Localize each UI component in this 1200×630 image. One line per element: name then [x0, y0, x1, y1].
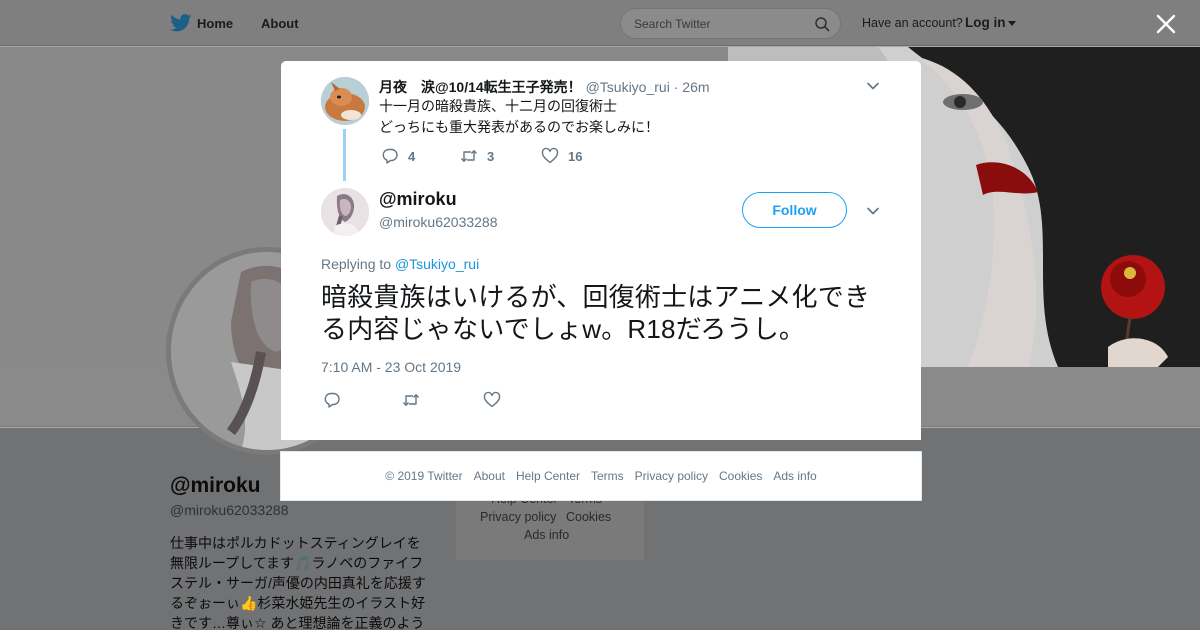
main-tweet-avatar[interactable]: [321, 188, 369, 236]
original-tweet-author-name[interactable]: 月夜 涙@10/14転生王子発売！: [379, 79, 582, 95]
main-tweet-avatar-art: [321, 188, 369, 236]
like-count: 16: [568, 148, 583, 164]
profile-name: @miroku: [170, 474, 261, 497]
search-icon[interactable]: [814, 16, 830, 32]
bg-footer-privacy[interactable]: Privacy policy: [480, 510, 556, 524]
main-tweet-author-handle[interactable]: @miroku62033288: [379, 214, 498, 230]
footer-privacy-link[interactable]: Privacy policy: [635, 469, 708, 483]
thread-connector-line: [343, 129, 346, 181]
heart-icon: [541, 147, 559, 164]
replying-to-link[interactable]: @Tsukiyo_rui: [395, 256, 479, 272]
retweet-icon[interactable]: [402, 391, 420, 409]
nav-about-link[interactable]: About: [261, 16, 299, 31]
reply-count: 4: [408, 148, 416, 164]
heart-icon[interactable]: [483, 391, 501, 409]
footer-cookies-link[interactable]: Cookies: [719, 469, 762, 483]
original-tweet-time[interactable]: 26m: [682, 79, 709, 95]
original-tweet-header: 月夜 涙@10/14転生王子発売！ @Tsukiyo_rui · 26m: [379, 77, 710, 97]
footer-help-link[interactable]: Help Center: [516, 469, 580, 483]
reply-icon: [382, 148, 398, 164]
footer-about-link[interactable]: About: [474, 469, 505, 483]
footer-copyright: © 2019 Twitter: [385, 469, 463, 483]
main-tweet-timestamp[interactable]: 7:10 AM - 23 Oct 2019: [321, 359, 461, 375]
search-input[interactable]: Search Twitter: [620, 8, 841, 39]
top-navigation-bar: Home About Search Twitter Have an accoun…: [0, 0, 1200, 46]
original-retweet-button[interactable]: 3: [460, 147, 494, 165]
original-reply-button[interactable]: 4: [381, 147, 415, 165]
original-like-button[interactable]: 16: [541, 147, 582, 165]
main-tweet-text: 暗殺貴族はいけるが、回復術士はアニメ化できる内容じゃないでしょw。R18だろうし…: [321, 282, 871, 344]
footer-links: © 2019 Twitter About Help Center Terms P…: [281, 452, 921, 500]
original-tweet-avatar-art: [321, 77, 369, 125]
replying-to-label: Replying to: [321, 256, 392, 272]
original-tweet-avatar[interactable]: [321, 77, 369, 125]
profile-handle: @miroku62033288: [170, 502, 289, 518]
original-tweet-line-1: 十一月の暗殺貴族、十二月の回復術士: [379, 98, 617, 114]
tweet-modal: 月夜 涙@10/14転生王子発売！ @Tsukiyo_rui · 26m 十一月…: [281, 61, 921, 440]
footer-ads-link[interactable]: Ads info: [773, 469, 816, 483]
twitter-bird-icon[interactable]: [170, 14, 192, 32]
login-link[interactable]: Log in: [965, 15, 1006, 30]
chevron-down-icon[interactable]: [866, 81, 880, 91]
reply-icon[interactable]: [323, 391, 341, 409]
close-icon[interactable]: [1155, 13, 1177, 35]
profile-bio: 仕事中はポルカドットスティングレイを無限ループしてます🎵ラノベのファイフステル・…: [170, 535, 426, 630]
follow-button[interactable]: Follow: [742, 192, 847, 228]
footer-terms-link[interactable]: Terms: [591, 469, 624, 483]
modal-footer: © 2019 Twitter About Help Center Terms P…: [280, 451, 922, 501]
bg-footer-cookies[interactable]: Cookies: [566, 510, 611, 524]
original-tweet-line-2: どっちにも重大発表があるのでお楽しみに！: [379, 119, 659, 135]
caret-down-icon[interactable]: [1008, 21, 1016, 26]
main-tweet-author-name[interactable]: @miroku: [379, 189, 457, 210]
replying-to: Replying to @Tsukiyo_rui: [321, 256, 479, 272]
account-prompt: Have an account?: [862, 16, 963, 30]
original-tweet-text: 十一月の暗殺貴族、十二月の回復術士 どっちにも重大発表があるのでお楽しみに！: [379, 96, 659, 138]
bg-footer-ads[interactable]: Ads info: [524, 528, 569, 542]
header-separator: ·: [673, 79, 679, 95]
chevron-down-icon[interactable]: [866, 206, 880, 216]
retweet-count: 3: [487, 148, 495, 164]
nav-home-link[interactable]: Home: [197, 16, 233, 31]
retweet-icon: [460, 150, 478, 162]
original-tweet-author-handle[interactable]: @Tsukiyo_rui: [586, 79, 670, 95]
search-placeholder: Search Twitter: [634, 17, 711, 31]
